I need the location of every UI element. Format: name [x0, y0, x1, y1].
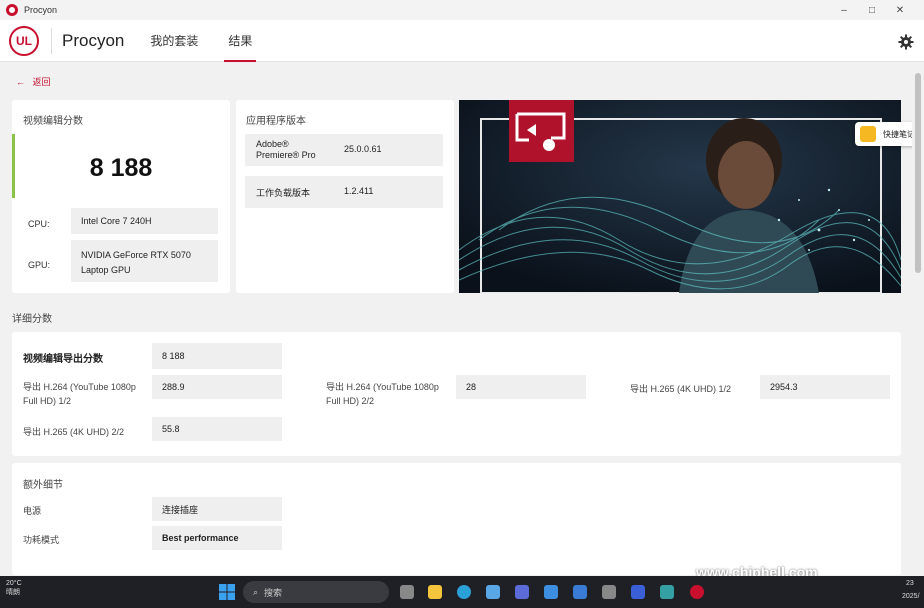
- detail-item-label: 导出 H.264 (YouTube 1080p Full HD) 1/2: [23, 380, 136, 408]
- search-placeholder: 搜索: [264, 587, 283, 598]
- brand-name: Procyon: [51, 27, 124, 54]
- extra-details-card: 额外细节 电源 连接插座 功耗模式 Best performance: [12, 463, 901, 575]
- windows-taskbar: 20°C 晴朗 ⌕ 搜索 23 2025/: [0, 576, 924, 608]
- app-row-value: 25.0.0.61: [344, 144, 382, 154]
- app-row-value: 1.2.411: [344, 186, 374, 196]
- gpu-value-line2: Laptop GPU: [81, 265, 131, 275]
- procyon-app-icon: [6, 4, 18, 16]
- windows-start-icon[interactable]: [219, 584, 235, 600]
- window-titlebar: Procyon – □ ✕: [0, 0, 924, 20]
- detail-item-label: 导出 H.264 (YouTube 1080p Full HD) 2/2: [326, 380, 439, 408]
- search-icon: ⌕: [253, 586, 259, 597]
- app-row-label-line2: Premiere® Pro: [256, 150, 316, 160]
- detail-item-label-line1: 导出 H.264 (YouTube 1080p: [326, 382, 439, 392]
- app-icon[interactable]: [631, 585, 645, 599]
- gear-icon[interactable]: [898, 34, 914, 50]
- weather-condition: 晴朗: [6, 589, 20, 596]
- scrollbar-thumb[interactable]: [915, 73, 921, 273]
- gpu-value-line1: NVIDIA GeForce RTX 5070: [81, 250, 191, 260]
- power-source-value: 连接插座: [152, 497, 282, 521]
- export-score-value: 8 188: [152, 343, 282, 369]
- close-button[interactable]: ✕: [886, 5, 914, 16]
- cpu-value: Intel Core 7 240H: [71, 208, 218, 234]
- detail-item-label-line2: Full HD) 1/2: [23, 396, 72, 406]
- detail-section-title: 详细分数: [12, 314, 52, 325]
- quick-note-button[interactable]: 快捷笔记: [855, 122, 912, 146]
- window-controls: – □ ✕: [830, 0, 914, 20]
- results-content: ← 返回 视频编辑分数 8 188 CPU: Intel Core 7 240H…: [0, 63, 912, 575]
- note-icon: [860, 126, 876, 142]
- app-row-workload: 工作负载版本 1.2.411: [245, 176, 443, 208]
- detail-item-value: 288.9: [152, 375, 282, 399]
- task-view-icon[interactable]: [400, 585, 414, 599]
- app-row-premiere: Adobe® Premiere® Pro 25.0.0.61: [245, 134, 443, 166]
- store-icon[interactable]: [486, 585, 500, 599]
- procyon-taskbar-icon[interactable]: [690, 585, 704, 599]
- power-mode-label: 功耗模式: [23, 535, 60, 545]
- clock-date[interactable]: 2025/: [902, 593, 920, 600]
- window-title: Procyon: [24, 5, 58, 15]
- edge-icon[interactable]: [457, 585, 471, 599]
- score-card-title: 视频编辑分数: [23, 116, 83, 127]
- detail-scores-card: 视频编辑导出分数 8 188 导出 H.264 (YouTube 1080p F…: [12, 332, 901, 456]
- detail-item-label-line1: 导出 H.264 (YouTube 1080p: [23, 382, 136, 392]
- tab-my-suites[interactable]: 我的套装: [146, 20, 202, 62]
- vertical-scrollbar[interactable]: [912, 63, 924, 575]
- detail-item-label-line2: Full HD) 2/2: [326, 396, 375, 406]
- file-explorer-icon[interactable]: [428, 585, 442, 599]
- quick-note-label: 快捷笔记: [883, 129, 912, 139]
- detail-item-value: 28: [456, 375, 586, 399]
- temperature: 20°C: [6, 580, 22, 587]
- tab-results[interactable]: 结果: [224, 20, 257, 62]
- export-score-label: 视频编辑导出分数: [23, 354, 103, 365]
- cpu-label: CPU:: [28, 219, 50, 229]
- back-label: 返回: [32, 77, 51, 87]
- app-header: UL Procyon 我的套装 结果: [0, 20, 924, 62]
- taskbar-search[interactable]: ⌕ 搜索: [243, 581, 389, 603]
- minimize-button[interactable]: –: [830, 5, 858, 16]
- detail-item-label: 导出 H.265 (4K UHD) 1/2: [630, 384, 732, 394]
- ul-logo: UL: [9, 25, 39, 56]
- app-icon[interactable]: [660, 585, 674, 599]
- detail-item-value: 2954.3: [760, 375, 890, 399]
- extra-details-title: 额外细节: [23, 480, 63, 491]
- gpu-value: NVIDIA GeForce RTX 5070 Laptop GPU: [71, 240, 218, 282]
- app-icon[interactable]: [544, 585, 558, 599]
- video-editing-badge: [509, 100, 574, 162]
- video-editing-icon: [515, 112, 566, 151]
- gpu-label: GPU:: [28, 260, 51, 270]
- weather-widget[interactable]: 20°C 晴朗: [6, 579, 22, 597]
- app-icon[interactable]: [515, 585, 529, 599]
- detail-item-label: 导出 H.265 (4K UHD) 2/2: [23, 427, 125, 437]
- hero-image: [459, 100, 901, 293]
- maximize-button[interactable]: □: [858, 5, 886, 16]
- score-card: 视频编辑分数 8 188 CPU: Intel Core 7 240H GPU:…: [12, 100, 230, 293]
- overall-score: 8 188: [89, 154, 153, 182]
- app-row-label-line1: Adobe®: [256, 139, 289, 149]
- app-icon[interactable]: [602, 585, 616, 599]
- back-link[interactable]: ← 返回: [16, 75, 51, 88]
- app-version-title: 应用程序版本: [246, 116, 306, 127]
- power-mode-value: Best performance: [152, 526, 282, 550]
- app-row-label: Adobe® Premiere® Pro: [256, 139, 316, 161]
- detail-item-value: 55.8: [152, 417, 282, 441]
- app-icon[interactable]: [573, 585, 587, 599]
- power-source-label: 电源: [23, 506, 42, 516]
- arrow-left-icon: ←: [16, 77, 25, 87]
- clock-time[interactable]: 23: [906, 580, 914, 587]
- app-version-card: 应用程序版本 Adobe® Premiere® Pro 25.0.0.61 工作…: [236, 100, 454, 293]
- app-row-label-line1: 工作负载版本: [256, 188, 311, 198]
